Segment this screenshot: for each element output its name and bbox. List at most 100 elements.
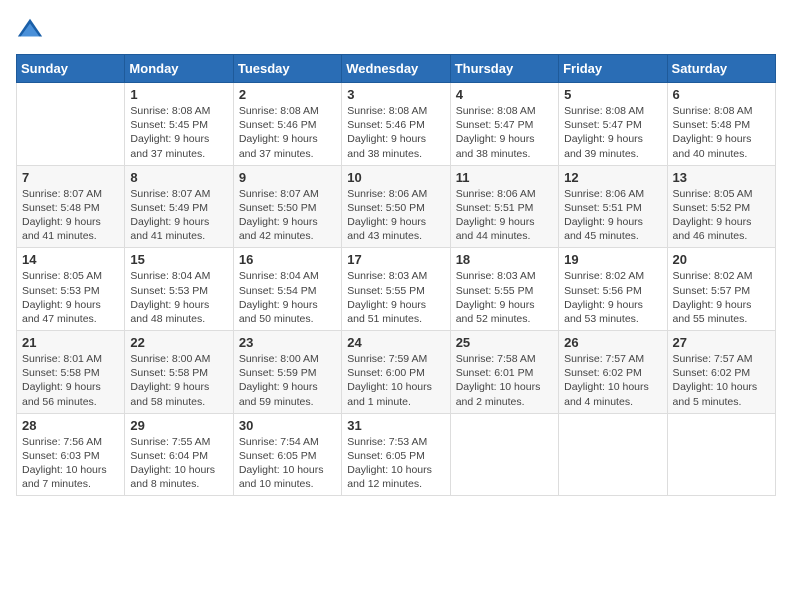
- calendar-week-row: 21Sunrise: 8:01 AM Sunset: 5:58 PM Dayli…: [17, 331, 776, 414]
- calendar-cell: 16Sunrise: 8:04 AM Sunset: 5:54 PM Dayli…: [233, 248, 341, 331]
- calendar-cell: [450, 413, 558, 496]
- calendar-cell: 26 Sunrise: 7:57 AM Sunset: 6:02 PM Dayli…: [559, 331, 667, 414]
- calendar-cell: 17Sunrise: 8:03 AM Sunset: 5:55 PM Dayli…: [342, 248, 450, 331]
- day-info: Sunrise: 7:58 AM Sunset: 6:01 PM Dayligh…: [456, 352, 553, 409]
- header: [16, 16, 776, 44]
- day-number: 1: [130, 87, 227, 102]
- day-number: 31: [347, 418, 444, 433]
- day-info: Sunrise: 7:57 AM Sunset: 6:02 PM Dayligh…: [673, 352, 770, 409]
- calendar-cell: 18 Sunrise: 8:03 AM Sunset: 5:55 PM Dayli…: [450, 248, 558, 331]
- day-number: 6: [673, 87, 770, 102]
- day-info: Sunrise: 8:07 AM Sunset: 5:50 PM Dayligh…: [239, 187, 336, 244]
- day-number: 25: [456, 335, 553, 350]
- day-info: Sunrise: 8:06 AM Sunset: 5:50 PM Dayligh…: [347, 187, 444, 244]
- calendar-week-row: 14 Sunrise: 8:05 AM Sunset: 5:53 PM Dayli…: [17, 248, 776, 331]
- day-number: 20: [673, 252, 770, 267]
- day-number: 18: [456, 252, 553, 267]
- calendar-cell: 31 Sunrise: 7:53 AM Sunset: 6:05 PM Dayli…: [342, 413, 450, 496]
- calendar-cell: [559, 413, 667, 496]
- day-number: 27: [673, 335, 770, 350]
- day-number: 30: [239, 418, 336, 433]
- day-info: Sunrise: 8:08 AM Sunset: 5:47 PM Dayligh…: [456, 104, 553, 161]
- calendar-cell: 27 Sunrise: 7:57 AM Sunset: 6:02 PM Dayli…: [667, 331, 775, 414]
- calendar: SundayMondayTuesdayWednesdayThursdayFrid…: [16, 54, 776, 496]
- calendar-cell: 10 Sunrise: 8:06 AM Sunset: 5:50 PM Dayli…: [342, 165, 450, 248]
- calendar-week-row: 28 Sunrise: 7:56 AM Sunset: 6:03 PM Dayli…: [17, 413, 776, 496]
- day-info: Sunrise: 8:05 AM Sunset: 5:53 PM Dayligh…: [22, 269, 119, 326]
- day-info: Sunrise: 8:00 AM Sunset: 5:58 PM Dayligh…: [130, 352, 227, 409]
- day-number: 28: [22, 418, 119, 433]
- calendar-cell: 22Sunrise: 8:00 AM Sunset: 5:58 PM Dayli…: [125, 331, 233, 414]
- day-number: 19: [564, 252, 661, 267]
- calendar-cell: 30Sunrise: 7:54 AM Sunset: 6:05 PM Dayli…: [233, 413, 341, 496]
- day-info: Sunrise: 8:06 AM Sunset: 5:51 PM Dayligh…: [564, 187, 661, 244]
- calendar-cell: 7Sunrise: 8:07 AM Sunset: 5:48 PM Daylig…: [17, 165, 125, 248]
- day-number: 12: [564, 170, 661, 185]
- day-info: Sunrise: 8:08 AM Sunset: 5:47 PM Dayligh…: [564, 104, 661, 161]
- weekday-header-row: SundayMondayTuesdayWednesdayThursdayFrid…: [17, 55, 776, 83]
- calendar-cell: 2 Sunrise: 8:08 AM Sunset: 5:46 PM Daylig…: [233, 83, 341, 166]
- weekday-header-tuesday: Tuesday: [233, 55, 341, 83]
- calendar-cell: 12 Sunrise: 8:06 AM Sunset: 5:51 PM Dayli…: [559, 165, 667, 248]
- day-number: 10: [347, 170, 444, 185]
- day-number: 9: [239, 170, 336, 185]
- day-number: 11: [456, 170, 553, 185]
- day-info: Sunrise: 8:08 AM Sunset: 5:48 PM Dayligh…: [673, 104, 770, 161]
- weekday-header-friday: Friday: [559, 55, 667, 83]
- day-info: Sunrise: 7:53 AM Sunset: 6:05 PM Dayligh…: [347, 435, 444, 492]
- calendar-cell: 13 Sunrise: 8:05 AM Sunset: 5:52 PM Dayli…: [667, 165, 775, 248]
- weekday-header-saturday: Saturday: [667, 55, 775, 83]
- day-info: Sunrise: 8:08 AM Sunset: 5:45 PM Dayligh…: [130, 104, 227, 161]
- calendar-cell: 23 Sunrise: 8:00 AM Sunset: 5:59 PM Dayli…: [233, 331, 341, 414]
- day-info: Sunrise: 8:08 AM Sunset: 5:46 PM Dayligh…: [239, 104, 336, 161]
- day-info: Sunrise: 7:59 AM Sunset: 6:00 PM Dayligh…: [347, 352, 444, 409]
- day-info: Sunrise: 8:04 AM Sunset: 5:53 PM Dayligh…: [130, 269, 227, 326]
- day-number: 13: [673, 170, 770, 185]
- day-info: Sunrise: 7:55 AM Sunset: 6:04 PM Dayligh…: [130, 435, 227, 492]
- calendar-week-row: 7Sunrise: 8:07 AM Sunset: 5:48 PM Daylig…: [17, 165, 776, 248]
- calendar-cell: 9 Sunrise: 8:07 AM Sunset: 5:50 PM Daylig…: [233, 165, 341, 248]
- day-info: Sunrise: 8:07 AM Sunset: 5:49 PM Dayligh…: [130, 187, 227, 244]
- day-number: 4: [456, 87, 553, 102]
- calendar-week-row: 1 Sunrise: 8:08 AM Sunset: 5:45 PM Daylig…: [17, 83, 776, 166]
- calendar-cell: 5Sunrise: 8:08 AM Sunset: 5:47 PM Daylig…: [559, 83, 667, 166]
- day-info: Sunrise: 8:04 AM Sunset: 5:54 PM Dayligh…: [239, 269, 336, 326]
- day-info: Sunrise: 8:00 AM Sunset: 5:59 PM Dayligh…: [239, 352, 336, 409]
- day-number: 2: [239, 87, 336, 102]
- calendar-cell: 11 Sunrise: 8:06 AM Sunset: 5:51 PM Dayli…: [450, 165, 558, 248]
- day-number: 7: [22, 170, 119, 185]
- day-info: Sunrise: 7:57 AM Sunset: 6:02 PM Dayligh…: [564, 352, 661, 409]
- day-info: Sunrise: 7:56 AM Sunset: 6:03 PM Dayligh…: [22, 435, 119, 492]
- calendar-cell: 25 Sunrise: 7:58 AM Sunset: 6:01 PM Dayli…: [450, 331, 558, 414]
- day-number: 23: [239, 335, 336, 350]
- calendar-cell: 28 Sunrise: 7:56 AM Sunset: 6:03 PM Dayli…: [17, 413, 125, 496]
- calendar-cell: 21Sunrise: 8:01 AM Sunset: 5:58 PM Dayli…: [17, 331, 125, 414]
- calendar-cell: 24 Sunrise: 7:59 AM Sunset: 6:00 PM Dayli…: [342, 331, 450, 414]
- calendar-cell: 3 Sunrise: 8:08 AM Sunset: 5:46 PM Daylig…: [342, 83, 450, 166]
- calendar-cell: 15 Sunrise: 8:04 AM Sunset: 5:53 PM Dayli…: [125, 248, 233, 331]
- calendar-header: SundayMondayTuesdayWednesdayThursdayFrid…: [17, 55, 776, 83]
- weekday-header-wednesday: Wednesday: [342, 55, 450, 83]
- weekday-header-monday: Monday: [125, 55, 233, 83]
- day-info: Sunrise: 8:03 AM Sunset: 5:55 PM Dayligh…: [456, 269, 553, 326]
- day-number: 26: [564, 335, 661, 350]
- day-number: 3: [347, 87, 444, 102]
- day-number: 8: [130, 170, 227, 185]
- calendar-cell: 8 Sunrise: 8:07 AM Sunset: 5:49 PM Daylig…: [125, 165, 233, 248]
- day-info: Sunrise: 8:08 AM Sunset: 5:46 PM Dayligh…: [347, 104, 444, 161]
- calendar-cell: 1 Sunrise: 8:08 AM Sunset: 5:45 PM Daylig…: [125, 83, 233, 166]
- day-info: Sunrise: 8:06 AM Sunset: 5:51 PM Dayligh…: [456, 187, 553, 244]
- day-info: Sunrise: 8:02 AM Sunset: 5:57 PM Dayligh…: [673, 269, 770, 326]
- day-number: 15: [130, 252, 227, 267]
- day-number: 24: [347, 335, 444, 350]
- day-number: 14: [22, 252, 119, 267]
- day-number: 21: [22, 335, 119, 350]
- calendar-cell: 14 Sunrise: 8:05 AM Sunset: 5:53 PM Dayli…: [17, 248, 125, 331]
- calendar-cell: 6 Sunrise: 8:08 AM Sunset: 5:48 PM Daylig…: [667, 83, 775, 166]
- logo: [16, 16, 48, 44]
- day-info: Sunrise: 8:05 AM Sunset: 5:52 PM Dayligh…: [673, 187, 770, 244]
- calendar-cell: 4 Sunrise: 8:08 AM Sunset: 5:47 PM Daylig…: [450, 83, 558, 166]
- calendar-cell: 19Sunrise: 8:02 AM Sunset: 5:56 PM Dayli…: [559, 248, 667, 331]
- calendar-body: 1 Sunrise: 8:08 AM Sunset: 5:45 PM Daylig…: [17, 83, 776, 496]
- calendar-cell: [667, 413, 775, 496]
